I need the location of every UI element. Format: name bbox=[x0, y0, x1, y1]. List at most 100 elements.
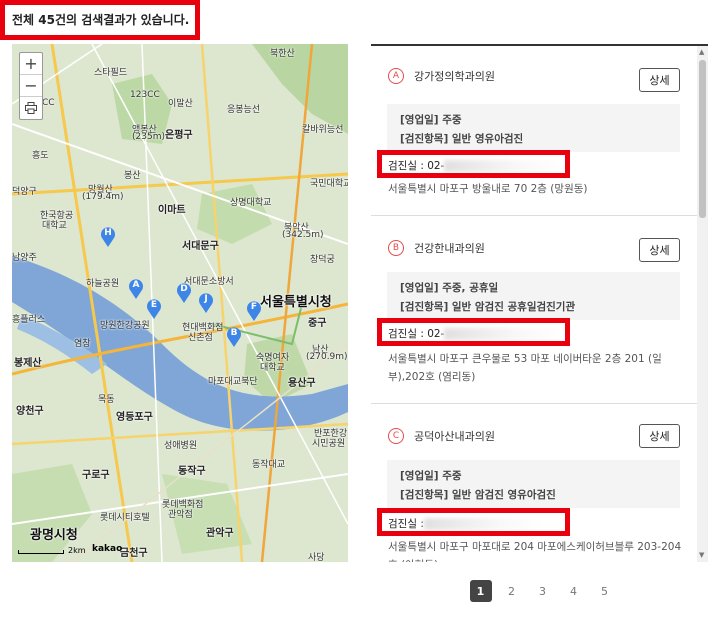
map-label: 남양주 bbox=[12, 253, 37, 263]
scroll-up-icon[interactable]: ▲ bbox=[699, 48, 704, 56]
map-label: (235m) bbox=[132, 132, 165, 142]
page-2[interactable]: 2 bbox=[496, 580, 527, 602]
map-label: 봉제산 bbox=[14, 358, 42, 369]
phone-number: 검진실 : 02- bbox=[388, 160, 445, 172]
clinic-info: [영업일] 주중, 공휴일 [검진항목] 일반 암검진 공휴일검진기관 bbox=[387, 272, 680, 320]
map-label: 관악구 bbox=[206, 528, 234, 539]
map-label: 염창 bbox=[74, 339, 91, 349]
phone-highlight: 검진실 : 02- bbox=[377, 318, 570, 346]
print-button[interactable] bbox=[20, 97, 42, 119]
scroll-down-icon[interactable]: ▼ bbox=[699, 551, 704, 559]
clinic-address: 서울특별시 마포구 마포대로 204 마포에스케이허브블루 203-204호 (… bbox=[388, 541, 682, 562]
clinic-card: A 강가정의학과의원 상세 [영업일] 주중 [검진항목] 일반 영유아검진 검… bbox=[371, 46, 697, 216]
map-marker-a[interactable]: A bbox=[128, 278, 144, 300]
map-marker-h[interactable]: H bbox=[100, 226, 116, 248]
print-icon bbox=[25, 102, 37, 114]
clinic-info: [영업일] 주중 [검진항목] 일반 영유아검진 bbox=[387, 104, 680, 152]
map-label: 동작구 bbox=[178, 466, 206, 477]
clinic-address: 서울특별시 마포구 방울내로 70 2층 (망원동) bbox=[388, 183, 588, 195]
phone-highlight: 검진실 : 02- bbox=[377, 150, 570, 178]
map-label: (342.5m) bbox=[282, 230, 324, 240]
phone-number: 검진실 : 02- bbox=[388, 328, 445, 340]
page-1[interactable]: 1 bbox=[465, 580, 496, 602]
page-3[interactable]: 3 bbox=[527, 580, 558, 602]
map-label: (179.4m) bbox=[82, 192, 124, 202]
map-label: 영등포구 bbox=[116, 412, 153, 423]
map-marker-b[interactable]: B bbox=[226, 326, 242, 348]
map-label: (270.9m) bbox=[306, 352, 348, 362]
clinic-address: 서울특별시 마포구 큰우물로 53 마포 네이버타운 2층 201 (일부),2… bbox=[388, 353, 662, 383]
map-label: 흥플러스 bbox=[12, 315, 46, 325]
checkup-items: [검진항목] 일반 암검진 공휴일검진기관 bbox=[400, 301, 576, 313]
map-label: 시민공원 bbox=[312, 439, 346, 449]
map[interactable]: 북한산 스타필드 123CC 이말산 응봉능선 칼바위능선 앵봉산 (235m)… bbox=[12, 44, 348, 562]
detail-button[interactable]: 상세 bbox=[639, 424, 680, 448]
scrollbar-thumb[interactable] bbox=[699, 60, 706, 218]
map-label: 은평구 bbox=[165, 130, 193, 141]
map-label: 관악점 bbox=[168, 510, 193, 520]
map-provider-logo: kakao bbox=[92, 544, 123, 554]
business-days: [영업일] 주중 bbox=[400, 470, 462, 482]
map-label: 응봉능선 bbox=[227, 105, 261, 115]
map-marker-d[interactable]: D bbox=[176, 282, 192, 304]
scale-line bbox=[18, 550, 64, 554]
map-label: 봉산 bbox=[124, 171, 141, 181]
clinic-card: C 공덕아산내과의원 상세 [영업일] 주중 [검진항목] 일반 암검진 영유아… bbox=[371, 404, 697, 562]
map-label: 금천구 bbox=[120, 548, 148, 559]
map-label: 마포대교북단 bbox=[208, 377, 258, 387]
detail-button[interactable]: 상세 bbox=[639, 68, 680, 92]
map-label: 목동 bbox=[98, 395, 115, 405]
map-label: 신촌점 bbox=[188, 333, 213, 343]
map-label: 동작대교 bbox=[252, 460, 286, 470]
map-label: 롯데시티호텔 bbox=[100, 513, 150, 523]
map-label: 상명대학교 bbox=[230, 198, 272, 208]
map-label: 북한산 bbox=[270, 49, 295, 59]
phone-number: 검진실 : bbox=[388, 518, 424, 530]
checkup-items: [검진항목] 일반 영유아검진 bbox=[400, 133, 524, 145]
result-count-banner: 전체 45건의 검색결과가 있습니다. bbox=[0, 0, 200, 40]
map-label: 흥도 bbox=[32, 151, 49, 161]
page-5[interactable]: 5 bbox=[589, 580, 620, 602]
map-marker-f[interactable]: F bbox=[246, 300, 262, 322]
clinic-list[interactable]: A 강가정의학과의원 상세 [영업일] 주중 [검진항목] 일반 영유아검진 검… bbox=[371, 44, 708, 562]
map-label: 망원한강공원 bbox=[100, 321, 150, 331]
map-label: 광명시청 bbox=[30, 528, 78, 543]
business-days: [영업일] 주중 bbox=[400, 114, 462, 126]
map-label: 창덕궁 bbox=[310, 255, 335, 265]
clinic-letter-badge: A bbox=[388, 68, 404, 84]
map-label: 대학교 bbox=[42, 221, 67, 231]
map-label: 스타필드 bbox=[94, 68, 128, 78]
phone-highlight: 검진실 : bbox=[377, 508, 570, 536]
map-label: 하늘공원 bbox=[86, 279, 120, 289]
business-days: [영업일] 주중, 공휴일 bbox=[400, 282, 499, 294]
map-marker-j[interactable]: J bbox=[198, 292, 214, 314]
clinic-header: B 건강한내과의원 bbox=[388, 240, 485, 256]
list-scrollbar[interactable]: ▲ ▼ bbox=[697, 46, 708, 562]
page-4[interactable]: 4 bbox=[558, 580, 589, 602]
map-label: 성애병원 bbox=[164, 441, 198, 451]
clinic-name[interactable]: 공덕아산내과의원 bbox=[414, 428, 495, 444]
map-label: 123CC bbox=[130, 90, 160, 100]
clinic-card: B 건강한내과의원 상세 [영업일] 주중, 공휴일 [검진항목] 일반 암검진… bbox=[371, 216, 697, 404]
map-label: 양천구 bbox=[16, 406, 44, 417]
map-zoom-controls: + − bbox=[19, 52, 43, 120]
redacted-phone bbox=[444, 328, 563, 340]
redacted-phone bbox=[444, 160, 563, 172]
zoom-in-button[interactable]: + bbox=[20, 53, 42, 75]
map-label: 덕양구 bbox=[12, 187, 37, 197]
map-label: 이마트 bbox=[158, 205, 186, 216]
map-label: 사당 bbox=[308, 553, 325, 562]
map-label: 이말산 bbox=[168, 99, 193, 109]
map-marker-e[interactable]: E bbox=[146, 298, 162, 320]
clinic-letter-badge: B bbox=[388, 240, 404, 256]
clinic-name[interactable]: 강가정의학과의원 bbox=[414, 68, 495, 84]
clinic-info: [영업일] 주중 [검진항목] 일반 암검진 영유아검진 bbox=[387, 460, 680, 508]
clinic-name[interactable]: 건강한내과의원 bbox=[414, 240, 485, 256]
scale-label: 2km bbox=[68, 546, 86, 555]
clinic-header: C 공덕아산내과의원 bbox=[388, 428, 495, 444]
map-label: 대학교 bbox=[260, 363, 285, 373]
zoom-out-button[interactable]: − bbox=[20, 75, 42, 97]
detail-button[interactable]: 상세 bbox=[639, 238, 680, 262]
clinic-header: A 강가정의학과의원 bbox=[388, 68, 495, 84]
map-label: 칼바위능선 bbox=[302, 125, 344, 135]
